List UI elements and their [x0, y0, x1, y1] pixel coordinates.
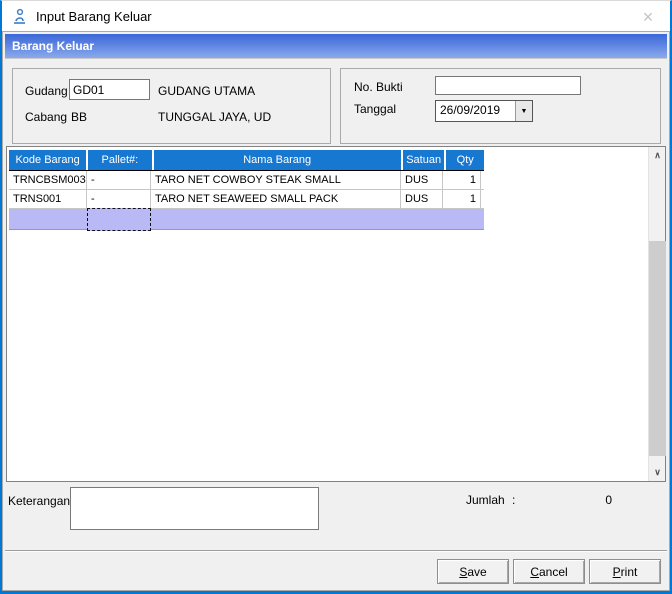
no-bukti-label: No. Bukti: [354, 80, 403, 94]
col-header-kode-barang: Kode Barang: [9, 150, 86, 170]
gudang-code-input[interactable]: [69, 79, 150, 100]
table-row[interactable]: TRNS001 - TARO NET SEAWEED SMALL PACK DU…: [9, 190, 484, 209]
items-grid-area: Kode Barang Pallet#: Nama Barang Satuan …: [6, 146, 666, 482]
cancel-label: ancel: [539, 565, 568, 579]
print-button[interactable]: Print: [589, 559, 661, 584]
col-header-satuan: Satuan: [403, 150, 445, 170]
jumlah-colon: :: [512, 493, 515, 507]
new-entry-row[interactable]: [9, 209, 484, 230]
cancel-button[interactable]: Cancel: [513, 559, 585, 584]
cell-pallet[interactable]: -: [87, 171, 151, 189]
grid-header-row: Kode Barang Pallet#: Nama Barang Satuan …: [9, 150, 484, 171]
cell-satuan[interactable]: DUS: [401, 171, 443, 189]
cell-satuan-empty[interactable]: [401, 209, 443, 229]
bukti-groupbox: No. Bukti Tanggal 26/09/2019 ▼: [340, 68, 661, 144]
scrollbar-thumb[interactable]: [649, 241, 666, 456]
tanggal-label: Tanggal: [354, 102, 396, 116]
tanggal-combobox[interactable]: 26/09/2019 ▼: [435, 100, 533, 122]
scroll-up-icon[interactable]: ∧: [649, 147, 666, 164]
client-area: Barang Keluar Gudang GUDANG UTAMA Cabang…: [2, 31, 670, 591]
cell-kode[interactable]: TRNCBSM003: [9, 171, 87, 189]
focused-cell-pallet[interactable]: [87, 208, 151, 231]
divider: [5, 550, 667, 552]
window-title: Input Barang Keluar: [36, 9, 152, 24]
vertical-scrollbar[interactable]: ∧ ∨: [648, 147, 665, 481]
section-header: Barang Keluar: [5, 34, 667, 59]
cell-kode-empty[interactable]: [9, 209, 87, 229]
gudang-label: Gudang: [25, 84, 68, 98]
tanggal-value[interactable]: 26/09/2019: [436, 101, 515, 121]
print-label: rint: [621, 565, 638, 579]
cabang-name-text: TUNGGAL JAYA, UD: [158, 110, 271, 124]
keterangan-textarea[interactable]: [70, 487, 319, 530]
cell-qty-empty[interactable]: [443, 209, 481, 229]
gudang-name-text: GUDANG UTAMA: [158, 84, 255, 98]
chevron-down-icon[interactable]: ▼: [515, 101, 532, 121]
cell-kode[interactable]: TRNS001: [9, 190, 87, 208]
cell-pallet[interactable]: -: [87, 190, 151, 208]
save-label: ave: [467, 565, 486, 579]
cell-nama[interactable]: TARO NET SEAWEED SMALL PACK: [151, 190, 401, 208]
close-icon[interactable]: ×: [638, 7, 658, 27]
col-header-nama-barang: Nama Barang: [154, 150, 401, 170]
no-bukti-input[interactable]: [435, 76, 581, 95]
cell-nama[interactable]: TARO NET COWBOY STEAK SMALL: [151, 171, 401, 189]
cancel-accel: C: [530, 565, 539, 579]
cell-qty[interactable]: 1: [443, 171, 481, 189]
app-icon: [11, 8, 28, 25]
save-button[interactable]: Save: [437, 559, 509, 584]
col-header-pallet: Pallet#:: [88, 150, 151, 170]
cell-nama-empty[interactable]: [151, 209, 401, 229]
cell-qty[interactable]: 1: [443, 190, 481, 208]
col-header-qty: Qty: [446, 150, 484, 170]
items-grid: Kode Barang Pallet#: Nama Barang Satuan …: [9, 150, 484, 230]
jumlah-label: Jumlah: [466, 493, 505, 507]
cell-satuan[interactable]: DUS: [401, 190, 443, 208]
gudang-groupbox: Gudang GUDANG UTAMA Cabang BB TUNGGAL JA…: [12, 68, 331, 144]
print-accel: P: [613, 565, 621, 579]
title-bar: Input Barang Keluar ×: [2, 1, 670, 31]
scroll-down-icon[interactable]: ∨: [649, 464, 666, 481]
table-row[interactable]: TRNCBSM003 - TARO NET COWBOY STEAK SMALL…: [9, 171, 484, 190]
dialog-window: Input Barang Keluar × Barang Keluar Guda…: [0, 0, 672, 594]
cabang-label: Cabang: [25, 110, 67, 124]
jumlah-value: 0: [552, 493, 612, 507]
cabang-code-text: BB: [71, 110, 87, 124]
keterangan-label: Keterangan: [8, 494, 70, 508]
